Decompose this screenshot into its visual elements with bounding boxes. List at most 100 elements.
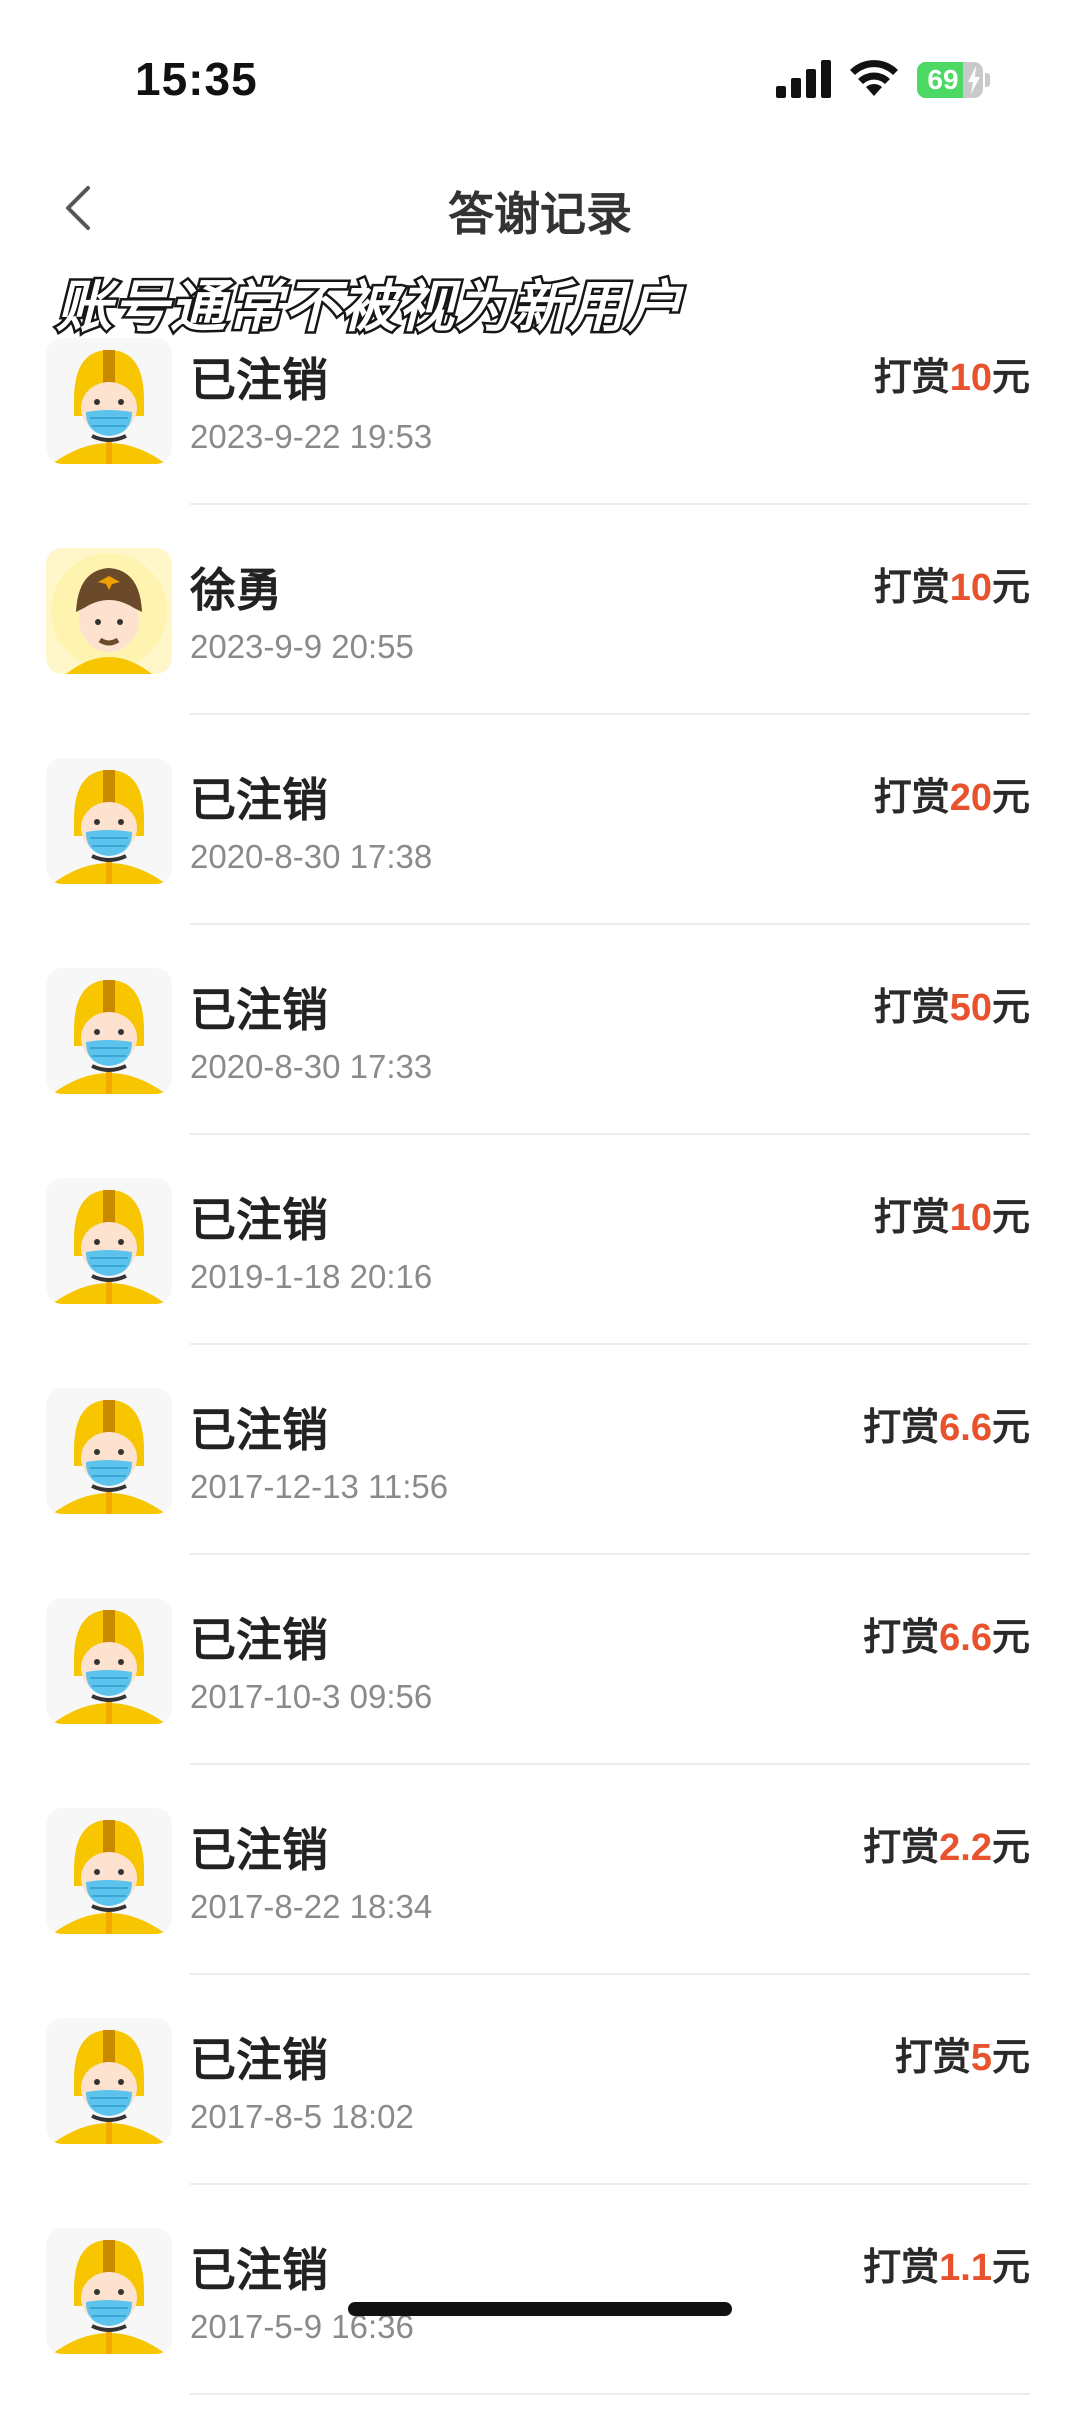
tip-prefix: 打赏 bbox=[894, 2037, 971, 2079]
tip-amount: 打赏10元 bbox=[874, 1186, 1030, 1241]
user-name: 已注销 bbox=[190, 1194, 328, 1246]
row-divider bbox=[190, 713, 1030, 715]
tip-suffix: 元 bbox=[991, 567, 1030, 609]
masked-rider-avatar-icon bbox=[46, 1808, 172, 1934]
user-name: 已注销 bbox=[190, 1404, 328, 1456]
record-time: 2023-9-22 19:53 bbox=[190, 418, 433, 455]
row-divider bbox=[190, 503, 1030, 505]
rider-avatar-icon bbox=[46, 548, 172, 674]
tip-suffix: 元 bbox=[991, 777, 1030, 819]
tip-prefix: 打赏 bbox=[863, 1407, 940, 1449]
record-row-5[interactable]: 已注销 2017-12-13 11:56 打赏6.6元 bbox=[0, 1380, 1080, 1590]
tip-suffix: 元 bbox=[991, 1827, 1030, 1869]
page-title: 答谢记录 bbox=[448, 188, 632, 240]
tip-amount: 打赏1.1元 bbox=[863, 2236, 1030, 2291]
record-time: 2017-8-5 18:02 bbox=[190, 2098, 414, 2135]
tip-amount: 打赏6.6元 bbox=[863, 1396, 1030, 1451]
tip-value: 10 bbox=[949, 1197, 992, 1239]
user-avatar bbox=[46, 1178, 172, 1304]
tip-prefix: 打赏 bbox=[873, 567, 950, 609]
record-time: 2020-8-30 17:38 bbox=[190, 838, 433, 875]
record-time: 2017-8-22 18:34 bbox=[190, 1888, 433, 1925]
user-avatar bbox=[46, 548, 172, 674]
user-name: 徐勇 bbox=[190, 564, 282, 616]
row-divider bbox=[190, 1553, 1030, 1555]
user-name: 已注销 bbox=[190, 2244, 328, 2296]
tip-amount: 打赏6.6元 bbox=[863, 1606, 1030, 1661]
masked-rider-avatar-icon bbox=[46, 1388, 172, 1514]
user-name: 已注销 bbox=[190, 1824, 328, 1876]
user-name: 已注销 bbox=[190, 1614, 328, 1666]
masked-rider-avatar-icon bbox=[46, 758, 172, 884]
record-row-9[interactable]: 已注销 2017-5-9 16:36 打赏1.1元 bbox=[0, 2220, 1080, 2430]
row-divider bbox=[190, 1133, 1030, 1135]
tip-value: 20 bbox=[949, 777, 992, 819]
tip-prefix: 打赏 bbox=[873, 357, 950, 399]
record-row-0[interactable]: 已注销 2023-9-22 19:53 打赏10元 bbox=[0, 330, 1080, 540]
row-divider bbox=[190, 2183, 1030, 2185]
record-row-1[interactable]: 徐勇 2023-9-9 20:55 打赏10元 bbox=[0, 540, 1080, 750]
record-row-2[interactable]: 已注销 2020-8-30 17:38 打赏20元 bbox=[0, 750, 1080, 960]
record-row-3[interactable]: 已注销 2020-8-30 17:33 打赏50元 bbox=[0, 960, 1080, 1170]
user-name: 已注销 bbox=[190, 984, 328, 1036]
user-avatar bbox=[46, 2018, 172, 2144]
tip-value: 50 bbox=[949, 987, 992, 1029]
tip-value: 5 bbox=[970, 2037, 992, 2079]
row-divider bbox=[190, 1343, 1030, 1345]
record-row-6[interactable]: 已注销 2017-10-3 09:56 打赏6.6元 bbox=[0, 1590, 1080, 1800]
user-name: 已注销 bbox=[190, 354, 328, 406]
tip-value: 6.6 bbox=[939, 1617, 992, 1659]
tip-amount: 打赏2.2元 bbox=[863, 1816, 1030, 1871]
tip-suffix: 元 bbox=[991, 357, 1030, 399]
tip-value: 1.1 bbox=[939, 2247, 992, 2289]
tip-amount: 打赏50元 bbox=[874, 976, 1030, 1031]
tip-value: 10 bbox=[949, 357, 992, 399]
row-divider bbox=[190, 923, 1030, 925]
record-time: 2023-9-9 20:55 bbox=[190, 628, 414, 665]
tip-value: 6.6 bbox=[939, 1407, 992, 1449]
status-bar: 15:35 69 bbox=[0, 0, 1080, 150]
tip-prefix: 打赏 bbox=[863, 1617, 940, 1659]
cellular-signal-icon bbox=[776, 60, 831, 98]
tip-suffix: 元 bbox=[991, 987, 1030, 1029]
record-time: 2017-10-3 09:56 bbox=[190, 1678, 433, 1715]
tip-prefix: 打赏 bbox=[863, 2247, 940, 2289]
user-avatar bbox=[46, 1808, 172, 1934]
tip-prefix: 打赏 bbox=[873, 987, 950, 1029]
tip-value: 2.2 bbox=[939, 1827, 992, 1869]
masked-rider-avatar-icon bbox=[46, 1598, 172, 1724]
record-row-7[interactable]: 已注销 2017-8-22 18:34 打赏2.2元 bbox=[0, 1800, 1080, 2010]
tip-amount: 打赏10元 bbox=[874, 346, 1030, 401]
user-avatar bbox=[46, 1388, 172, 1514]
charging-bolt-icon bbox=[968, 66, 980, 94]
masked-rider-avatar-icon bbox=[46, 2228, 172, 2354]
wifi-icon bbox=[850, 60, 898, 96]
tip-amount: 打赏20元 bbox=[874, 766, 1030, 821]
user-avatar bbox=[46, 338, 172, 464]
record-time: 2020-8-30 17:33 bbox=[190, 1048, 433, 1085]
user-avatar bbox=[46, 758, 172, 884]
masked-rider-avatar-icon bbox=[46, 968, 172, 1094]
masked-rider-avatar-icon bbox=[46, 2018, 172, 2144]
tip-prefix: 打赏 bbox=[863, 1827, 940, 1869]
row-divider bbox=[190, 1763, 1030, 1765]
battery-icon: 69 bbox=[917, 62, 991, 98]
user-name: 已注销 bbox=[190, 774, 328, 826]
overlay-caption: 账号通常不被视为新用户 bbox=[54, 273, 685, 341]
record-time: 2017-12-13 11:56 bbox=[190, 1468, 449, 1505]
record-row-8[interactable]: 已注销 2017-8-5 18:02 打赏5元 bbox=[0, 2010, 1080, 2220]
tip-suffix: 元 bbox=[991, 2247, 1030, 2289]
tip-amount: 打赏5元 bbox=[895, 2026, 1030, 2081]
tip-prefix: 打赏 bbox=[873, 1197, 950, 1239]
row-divider bbox=[190, 2393, 1030, 2395]
row-divider bbox=[190, 1973, 1030, 1975]
record-time: 2019-1-18 20:16 bbox=[190, 1258, 433, 1295]
tip-record-list: 已注销 2023-9-22 19:53 打赏10元 徐勇 2023-9-9 20… bbox=[0, 330, 1080, 2430]
battery-level: 69 bbox=[927, 64, 959, 95]
user-avatar bbox=[46, 1598, 172, 1724]
record-row-4[interactable]: 已注销 2019-1-18 20:16 打赏10元 bbox=[0, 1170, 1080, 1380]
tip-value: 10 bbox=[949, 567, 992, 609]
user-avatar bbox=[46, 2228, 172, 2354]
tip-amount: 打赏10元 bbox=[874, 556, 1030, 611]
status-time: 15:35 bbox=[135, 53, 258, 105]
